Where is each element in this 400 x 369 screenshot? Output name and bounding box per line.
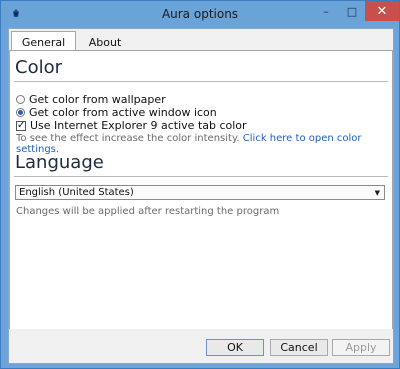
tab-general[interactable]: General: [11, 31, 76, 52]
active-icon-color-option[interactable]: Get color from active window icon: [16, 106, 217, 119]
close-icon: ✕: [376, 3, 388, 19]
color-section-title: Color: [15, 57, 62, 78]
cancel-button[interactable]: Cancel: [270, 339, 328, 356]
ok-button[interactable]: OK: [206, 339, 264, 356]
minimize-button[interactable]: –: [313, 1, 339, 21]
ie-tab-option-label: Use Internet Explorer 9 active tab color: [30, 119, 247, 132]
dialog-footer: OK Cancel Apply: [9, 329, 393, 363]
maximize-icon: □: [346, 4, 358, 18]
tab-bar: General About: [9, 29, 393, 52]
active-icon-radio[interactable]: [16, 108, 25, 117]
chevron-down-icon: ▼: [374, 189, 380, 197]
general-panel: Color Get color from wallpaper Get color…: [9, 50, 393, 331]
wallpaper-radio[interactable]: [16, 95, 25, 104]
language-note: Changes will be applied after restarting…: [16, 206, 280, 217]
color-hint-text: To see the effect increase the color int…: [16, 133, 240, 144]
ie-tab-color-option[interactable]: ✓ Use Internet Explorer 9 active tab col…: [16, 119, 247, 132]
color-divider: [14, 81, 388, 82]
language-section-title: Language: [15, 152, 104, 173]
language-divider: [14, 176, 388, 177]
dialog-client-area: General About Color Get color from wallp…: [8, 28, 394, 364]
wallpaper-option-label: Get color from wallpaper: [29, 93, 166, 106]
maximize-button[interactable]: □: [339, 1, 365, 21]
ie-tab-checkbox[interactable]: ✓: [16, 120, 26, 131]
wallpaper-color-option[interactable]: Get color from wallpaper: [16, 93, 166, 106]
apply-button[interactable]: Apply: [332, 339, 390, 356]
options-window: Aura options – □ ✕ General About Color G…: [0, 0, 400, 369]
close-button[interactable]: ✕: [365, 1, 399, 21]
title-bar: Aura options – □ ✕: [1, 1, 399, 27]
language-selected-value: English (United States): [19, 187, 134, 198]
active-icon-option-label: Get color from active window icon: [29, 106, 217, 119]
minimize-icon: –: [323, 4, 329, 18]
tab-about[interactable]: About: [75, 33, 135, 51]
language-dropdown[interactable]: English (United States) ▼: [15, 185, 385, 200]
